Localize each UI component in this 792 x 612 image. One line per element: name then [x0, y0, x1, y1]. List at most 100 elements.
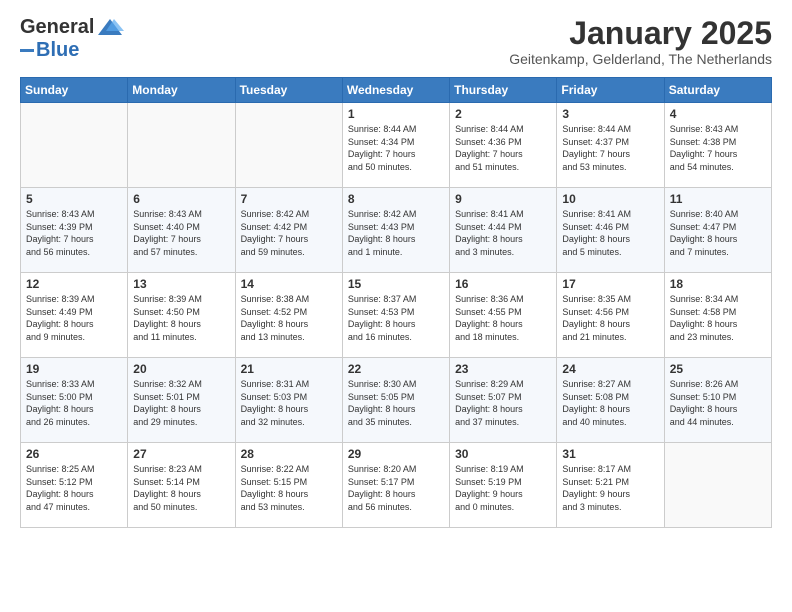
table-row: 3Sunrise: 8:44 AM Sunset: 4:37 PM Daylig…	[557, 103, 664, 188]
table-row: 25 Sunrise: 8:26 AM Sunset: 5:10 PM Dayli…	[664, 358, 771, 443]
table-row: 4 Sunrise: 8:43 AM Sunset: 4:38 PM Daylig…	[664, 103, 771, 188]
day-info: Sunrise: 8:42 AM Sunset: 4:43 PM Dayligh…	[348, 208, 444, 258]
table-row: 19Sunrise: 8:33 AM Sunset: 5:00 PM Dayli…	[21, 358, 128, 443]
day-info: Sunrise: 8:17 AM Sunset: 5:21 PM Dayligh…	[562, 463, 658, 513]
table-row: 21Sunrise: 8:31 AM Sunset: 5:03 PM Dayli…	[235, 358, 342, 443]
day-info: Sunrise: 8:44 AM Sunset: 4:34 PM Dayligh…	[348, 123, 444, 173]
day-number: 7	[241, 192, 337, 206]
day-info: Sunrise: 8:36 AM Sunset: 4:55 PM Dayligh…	[455, 293, 551, 343]
day-info: Sunrise: 8:20 AM Sunset: 5:17 PM Dayligh…	[348, 463, 444, 513]
table-row: 17Sunrise: 8:35 AM Sunset: 4:56 PM Dayli…	[557, 273, 664, 358]
day-info: Sunrise: 8:41 AM Sunset: 4:46 PM Dayligh…	[562, 208, 658, 258]
day-number: 2	[455, 107, 551, 121]
table-row	[128, 103, 235, 188]
day-number: 26	[26, 447, 122, 461]
calendar-week-row: 19Sunrise: 8:33 AM Sunset: 5:00 PM Dayli…	[21, 358, 772, 443]
day-info: Sunrise: 8:30 AM Sunset: 5:05 PM Dayligh…	[348, 378, 444, 428]
calendar-week-row: 12 Sunrise: 8:39 AM Sunset: 4:49 PM Dayli…	[21, 273, 772, 358]
logo-icon	[96, 17, 124, 39]
calendar-week-row: 26 Sunrise: 8:25 AM Sunset: 5:12 PM Dayli…	[21, 443, 772, 528]
day-number: 30	[455, 447, 551, 461]
day-info: Sunrise: 8:19 AM Sunset: 5:19 PM Dayligh…	[455, 463, 551, 513]
day-info: Sunrise: 8:44 AM Sunset: 4:36 PM Dayligh…	[455, 123, 551, 173]
table-row: 2 Sunrise: 8:44 AM Sunset: 4:36 PM Daylig…	[450, 103, 557, 188]
logo: General Blue	[20, 16, 124, 62]
day-number: 25	[670, 362, 766, 376]
day-number: 4	[670, 107, 766, 121]
table-row: 16Sunrise: 8:36 AM Sunset: 4:55 PM Dayli…	[450, 273, 557, 358]
month-title: January 2025	[509, 16, 772, 51]
day-info: Sunrise: 8:27 AM Sunset: 5:08 PM Dayligh…	[562, 378, 658, 428]
table-row	[664, 443, 771, 528]
table-row: 29 Sunrise: 8:20 AM Sunset: 5:17 PM Dayli…	[342, 443, 449, 528]
day-info: Sunrise: 8:35 AM Sunset: 4:56 PM Dayligh…	[562, 293, 658, 343]
table-row: 20Sunrise: 8:32 AM Sunset: 5:01 PM Dayli…	[128, 358, 235, 443]
table-row: 26 Sunrise: 8:25 AM Sunset: 5:12 PM Dayli…	[21, 443, 128, 528]
table-row: 8 Sunrise: 8:42 AM Sunset: 4:43 PM Daylig…	[342, 188, 449, 273]
day-info: Sunrise: 8:37 AM Sunset: 4:53 PM Dayligh…	[348, 293, 444, 343]
table-row: 30 Sunrise: 8:19 AM Sunset: 5:19 PM Dayli…	[450, 443, 557, 528]
calendar-week-row: 1 Sunrise: 8:44 AM Sunset: 4:34 PM Daylig…	[21, 103, 772, 188]
day-number: 31	[562, 447, 658, 461]
logo-general: General	[20, 16, 94, 39]
table-row: 28 Sunrise: 8:22 AM Sunset: 5:15 PM Dayli…	[235, 443, 342, 528]
page-container: General Blue January 2025 Geitenkamp, Ge…	[0, 0, 792, 538]
day-number: 29	[348, 447, 444, 461]
day-number: 24	[562, 362, 658, 376]
day-info: Sunrise: 8:40 AM Sunset: 4:47 PM Dayligh…	[670, 208, 766, 258]
day-info: Sunrise: 8:31 AM Sunset: 5:03 PM Dayligh…	[241, 378, 337, 428]
day-info: Sunrise: 8:25 AM Sunset: 5:12 PM Dayligh…	[26, 463, 122, 513]
day-info: Sunrise: 8:41 AM Sunset: 4:44 PM Dayligh…	[455, 208, 551, 258]
day-info: Sunrise: 8:22 AM Sunset: 5:15 PM Dayligh…	[241, 463, 337, 513]
table-row: 23 Sunrise: 8:29 AM Sunset: 5:07 PM Dayli…	[450, 358, 557, 443]
day-info: Sunrise: 8:26 AM Sunset: 5:10 PM Dayligh…	[670, 378, 766, 428]
day-number: 11	[670, 192, 766, 206]
day-info: Sunrise: 8:39 AM Sunset: 4:49 PM Dayligh…	[26, 293, 122, 343]
day-number: 12	[26, 277, 122, 291]
table-row: 1 Sunrise: 8:44 AM Sunset: 4:34 PM Daylig…	[342, 103, 449, 188]
col-monday: Monday	[128, 78, 235, 103]
table-row: 13Sunrise: 8:39 AM Sunset: 4:50 PM Dayli…	[128, 273, 235, 358]
day-info: Sunrise: 8:33 AM Sunset: 5:00 PM Dayligh…	[26, 378, 122, 428]
day-number: 23	[455, 362, 551, 376]
day-number: 15	[348, 277, 444, 291]
calendar-table: Sunday Monday Tuesday Wednesday Thursday…	[20, 77, 772, 528]
subtitle: Geitenkamp, Gelderland, The Netherlands	[509, 51, 772, 67]
day-info: Sunrise: 8:43 AM Sunset: 4:39 PM Dayligh…	[26, 208, 122, 258]
logo-text: General	[20, 16, 124, 39]
table-row: 15 Sunrise: 8:37 AM Sunset: 4:53 PM Dayli…	[342, 273, 449, 358]
col-thursday: Thursday	[450, 78, 557, 103]
table-row: 11 Sunrise: 8:40 AM Sunset: 4:47 PM Dayli…	[664, 188, 771, 273]
day-info: Sunrise: 8:39 AM Sunset: 4:50 PM Dayligh…	[133, 293, 229, 343]
day-info: Sunrise: 8:23 AM Sunset: 5:14 PM Dayligh…	[133, 463, 229, 513]
table-row	[235, 103, 342, 188]
day-number: 1	[348, 107, 444, 121]
table-row: 27 Sunrise: 8:23 AM Sunset: 5:14 PM Dayli…	[128, 443, 235, 528]
day-number: 27	[133, 447, 229, 461]
day-number: 9	[455, 192, 551, 206]
table-row: 24 Sunrise: 8:27 AM Sunset: 5:08 PM Dayli…	[557, 358, 664, 443]
table-row: 14Sunrise: 8:38 AM Sunset: 4:52 PM Dayli…	[235, 273, 342, 358]
day-number: 6	[133, 192, 229, 206]
table-row: 5 Sunrise: 8:43 AM Sunset: 4:39 PM Daylig…	[21, 188, 128, 273]
calendar-header-row: Sunday Monday Tuesday Wednesday Thursday…	[21, 78, 772, 103]
day-number: 5	[26, 192, 122, 206]
col-friday: Friday	[557, 78, 664, 103]
table-row: 10 Sunrise: 8:41 AM Sunset: 4:46 PM Dayli…	[557, 188, 664, 273]
table-row: 18Sunrise: 8:34 AM Sunset: 4:58 PM Dayli…	[664, 273, 771, 358]
day-info: Sunrise: 8:29 AM Sunset: 5:07 PM Dayligh…	[455, 378, 551, 428]
col-saturday: Saturday	[664, 78, 771, 103]
logo-blue: Blue	[36, 39, 79, 62]
day-number: 10	[562, 192, 658, 206]
day-number: 8	[348, 192, 444, 206]
table-row	[21, 103, 128, 188]
table-row: 6Sunrise: 8:43 AM Sunset: 4:40 PM Daylig…	[128, 188, 235, 273]
day-number: 18	[670, 277, 766, 291]
col-wednesday: Wednesday	[342, 78, 449, 103]
day-number: 14	[241, 277, 337, 291]
day-info: Sunrise: 8:43 AM Sunset: 4:38 PM Dayligh…	[670, 123, 766, 173]
day-info: Sunrise: 8:42 AM Sunset: 4:42 PM Dayligh…	[241, 208, 337, 258]
table-row: 9 Sunrise: 8:41 AM Sunset: 4:44 PM Daylig…	[450, 188, 557, 273]
day-number: 28	[241, 447, 337, 461]
header: General Blue January 2025 Geitenkamp, Ge…	[20, 16, 772, 67]
